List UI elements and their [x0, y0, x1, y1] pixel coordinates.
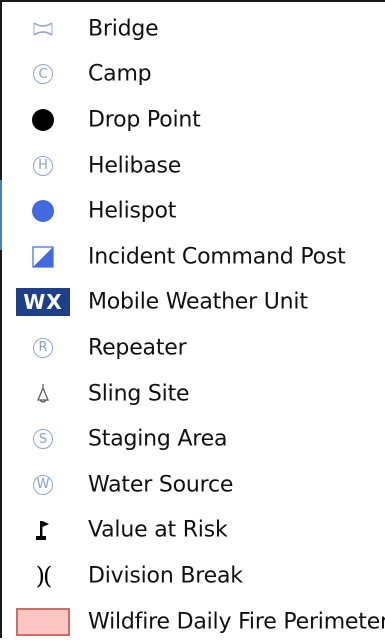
water-source-icon: W [16, 468, 70, 502]
legend-panel: Bridge C Camp Drop Point H Helibase Heli… [0, 6, 385, 644]
legend-item-value-at-risk: Value at Risk [0, 508, 385, 554]
fire-perimeter-icon [16, 605, 70, 639]
bridge-icon [16, 12, 70, 46]
legend-item-repeater: R Repeater [0, 325, 385, 371]
legend-item-water-source: W Water Source [0, 462, 385, 508]
legend-label-fire-perimeter: Wildfire Daily Fire Perimeter [88, 609, 385, 635]
legend-label-staging-area: Staging Area [88, 426, 228, 452]
legend-label-helibase: Helibase [88, 153, 182, 179]
legend-label-repeater: Repeater [88, 335, 187, 361]
legend-label-drop-point: Drop Point [88, 107, 201, 133]
repeater-icon: R [16, 331, 70, 365]
water-source-glyph: W [33, 474, 53, 495]
helibase-glyph: H [33, 155, 53, 176]
repeater-glyph: R [33, 337, 53, 358]
legend-label-helispot: Helispot [88, 198, 177, 224]
division-break-glyph: )( [35, 561, 53, 590]
sling-site-icon [16, 377, 70, 411]
legend-item-mobile-weather-unit: WX Mobile Weather Unit [0, 280, 385, 326]
legend-item-incident-command-post: Incident Command Post [0, 234, 385, 280]
legend-item-staging-area: S Staging Area [0, 416, 385, 462]
window-top-border [0, 0, 385, 2]
mobile-weather-unit-icon: WX [16, 285, 70, 319]
value-at-risk-icon [16, 513, 70, 547]
camp-glyph: C [33, 64, 53, 85]
legend-label-division-break: Division Break [88, 563, 243, 589]
legend-label-sling-site: Sling Site [88, 381, 190, 407]
legend-label-water-source: Water Source [88, 472, 234, 498]
drop-point-icon [16, 103, 70, 137]
helibase-icon: H [16, 149, 70, 183]
legend-label-bridge: Bridge [88, 16, 159, 42]
wx-badge: WX [16, 288, 70, 317]
legend-item-division-break: )( Division Break [0, 553, 385, 599]
legend-item-fire-perimeter: Wildfire Daily Fire Perimeter [0, 599, 385, 644]
legend-item-drop-point: Drop Point [0, 97, 385, 143]
legend-label-incident-command-post: Incident Command Post [88, 244, 346, 270]
legend-label-camp: Camp [88, 61, 152, 87]
incident-command-post-icon [16, 240, 70, 274]
division-break-icon: )( [16, 559, 70, 593]
legend-item-helispot: Helispot [0, 188, 385, 234]
legend-item-helibase: H Helibase [0, 143, 385, 189]
camp-icon: C [16, 57, 70, 91]
legend-label-mobile-weather-unit: Mobile Weather Unit [88, 289, 308, 315]
legend-item-sling-site: Sling Site [0, 371, 385, 417]
staging-area-glyph: S [33, 429, 53, 450]
helispot-icon [16, 194, 70, 228]
legend-item-camp: C Camp [0, 52, 385, 98]
staging-area-icon: S [16, 422, 70, 456]
legend-label-value-at-risk: Value at Risk [88, 517, 228, 543]
legend-item-bridge: Bridge [0, 6, 385, 52]
